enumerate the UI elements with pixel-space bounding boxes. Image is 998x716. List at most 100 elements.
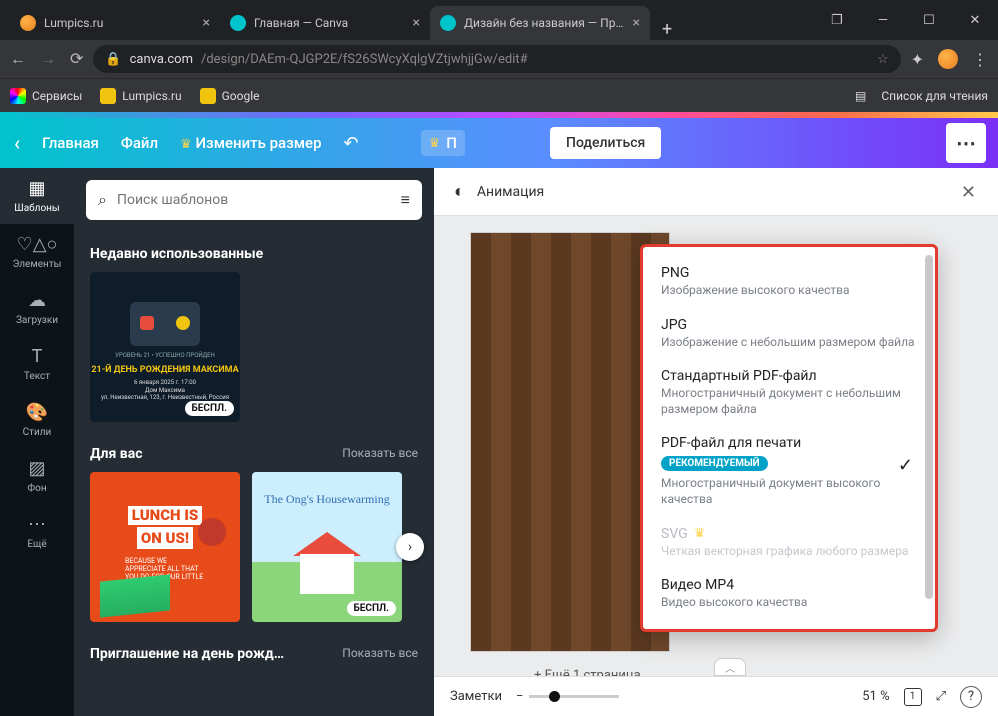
roof-icon	[293, 532, 361, 556]
zoom-out-icon[interactable]: −	[516, 689, 523, 704]
back-home-icon[interactable]: ‹	[14, 131, 20, 155]
rail-text[interactable]: TТекст	[0, 336, 74, 392]
expand-handle[interactable]: ︿	[714, 658, 746, 676]
canvas-toolbar: ◐ Анимация ✕	[434, 168, 998, 216]
back-icon[interactable]: ←	[10, 49, 26, 69]
carousel-next-button[interactable]: ›	[396, 533, 424, 561]
address-bar: ← → ⟳ 🔒 canva.com/design/DAEm-QJGP2E/fS2…	[0, 40, 998, 78]
format-option-pdf-standard[interactable]: Стандартный PDF-файл Многостраничный док…	[643, 360, 935, 427]
lock-icon: 🔒	[105, 52, 121, 67]
tab-favicon	[440, 15, 456, 31]
format-option-jpg[interactable]: JPG Изображение с небольшим размером фай…	[643, 309, 935, 361]
profile-avatar[interactable]	[938, 49, 958, 69]
gamepad-icon	[130, 302, 200, 346]
undo-icon[interactable]: ↶	[344, 133, 359, 154]
rail-uploads[interactable]: ☁Загрузки	[0, 280, 74, 336]
browser-tab-2[interactable]: Дизайн без названия — Пригл ×	[430, 6, 650, 40]
nav-resize[interactable]: ♛ Изменить размер	[180, 134, 321, 152]
app-top-nav: ‹ Главная Файл ♛ Изменить размер ↶ ♛П По…	[0, 118, 998, 168]
format-option-mp4[interactable]: Видео MP4 Видео высокого качества	[643, 569, 935, 621]
crown-icon: ♛	[180, 137, 192, 152]
rail-elements[interactable]: ♡△○Элементы	[0, 224, 74, 280]
reload-icon[interactable]: ⟳	[70, 49, 83, 69]
close-icon[interactable]: ×	[633, 15, 640, 31]
section-recent-title: Недавно использованные	[90, 246, 263, 262]
folder-icon	[100, 88, 116, 104]
url-host: canva.com	[130, 52, 193, 67]
templates-icon: ▦	[28, 178, 45, 199]
tab-title: Дизайн без названия — Пригл	[464, 16, 625, 30]
tab-title: Lumpics.ru	[44, 16, 195, 30]
animation-button[interactable]: Анимация	[477, 184, 544, 200]
url-path: /design/DAEm-QJGP2E/fS26SWcyXqlgVZtjwhjj…	[201, 52, 528, 67]
list-icon: ▤	[855, 89, 866, 103]
page-indicator[interactable]: 1	[904, 688, 922, 706]
close-panel-icon[interactable]: ✕	[961, 182, 976, 203]
filter-icon[interactable]: ≡	[401, 190, 410, 210]
template-thumb-recent-0[interactable]: УРОВЕНЬ 21 • УСПЕШНО ПРОЙДЕН 21-Й ДЕНЬ Р…	[90, 272, 240, 422]
canva-app: ‹ Главная Файл ♛ Изменить размер ↶ ♛П По…	[0, 112, 998, 716]
search-input[interactable]	[117, 192, 391, 208]
extensions-icon[interactable]: ✦	[911, 50, 924, 69]
books-icon	[100, 574, 170, 617]
template-thumb-foryou-1[interactable]: The Ong's Housewarming БЕСПЛ.	[252, 472, 402, 622]
crown-icon: ♛	[429, 136, 441, 151]
url-field[interactable]: 🔒 canva.com/design/DAEm-QJGP2E/fS26SWcyX…	[93, 45, 900, 73]
nav-file[interactable]: Файл	[121, 134, 158, 152]
fullscreen-icon[interactable]: ⤢	[936, 689, 946, 704]
forward-icon[interactable]: →	[40, 49, 56, 69]
format-option-pdf-print[interactable]: PDF-файл для печати РЕКОМЕНДУЕМЫЙ Многос…	[643, 427, 935, 517]
maximize-icon[interactable]: ☐	[906, 0, 952, 40]
share-button[interactable]: Поделиться	[550, 127, 661, 159]
background-icon: ▨	[28, 458, 45, 479]
more-button[interactable]: ⋯	[946, 123, 986, 163]
zoom-value[interactable]: 51 %	[862, 689, 889, 704]
template-thumb-foryou-0[interactable]: LUNCH IS ON US! BECAUSE WE APPRECIATE AL…	[90, 472, 240, 622]
close-icon[interactable]: ×	[203, 15, 210, 31]
bottom-bar: Заметки − 51 % 1 ⤢ ?	[434, 676, 998, 716]
show-all-button[interactable]: Показать все	[342, 446, 418, 462]
format-option-png[interactable]: PNG Изображение высокого качества	[643, 257, 935, 309]
check-icon: ✓	[898, 455, 913, 476]
rail-styles[interactable]: 🎨Стили	[0, 392, 74, 448]
nav-home[interactable]: Главная	[42, 134, 99, 152]
rail-bg[interactable]: ▨Фон	[0, 448, 74, 504]
templates-panel: ⌕ ≡ Недавно использованные УРОВЕНЬ 21 • …	[74, 168, 434, 716]
elements-icon: ♡△○	[17, 234, 58, 255]
search-icon: ⌕	[98, 190, 107, 210]
close-icon[interactable]: ×	[413, 15, 420, 31]
folder-icon	[200, 88, 216, 104]
dropdown-scrollbar[interactable]	[925, 255, 933, 621]
help-icon[interactable]: ?	[960, 686, 982, 708]
zoom-slider[interactable]: −	[516, 689, 619, 704]
house-icon	[300, 554, 354, 594]
tab-title: Главная — Canva	[254, 16, 405, 30]
rail-templates[interactable]: ▦Шаблоны	[0, 168, 74, 224]
template-search[interactable]: ⌕ ≡	[86, 180, 422, 220]
bookmark-lumpics[interactable]: Lumpics.ru	[100, 88, 181, 104]
premium-pill[interactable]: ♛П	[421, 130, 465, 156]
section-foryou-title: Для вас	[90, 446, 143, 462]
apple-icon	[198, 518, 226, 546]
show-all-button[interactable]: Показать все	[342, 646, 418, 662]
browser-tab-1[interactable]: Главная — Canva ×	[220, 6, 430, 40]
bookmark-services[interactable]: Сервисы	[10, 88, 82, 104]
minimize-icon[interactable]: ―	[860, 0, 906, 40]
new-tab-button[interactable]: +	[650, 19, 684, 40]
menu-icon[interactable]: ⋮	[972, 50, 988, 69]
palette-icon: 🎨	[26, 402, 48, 423]
notes-button[interactable]: Заметки	[450, 689, 502, 704]
recommended-badge: РЕКОМЕНДУЕМЫЙ	[661, 456, 768, 471]
browser-titlebar: Lumpics.ru × Главная — Canva × Дизайн бе…	[0, 0, 998, 40]
reading-list-button[interactable]: ▤ Список для чтения	[855, 89, 988, 103]
rail-more[interactable]: ⋯Ещё	[0, 504, 74, 560]
bookmark-google[interactable]: Google	[200, 88, 260, 104]
restore-down-icon[interactable]: ❐	[814, 0, 860, 40]
export-format-dropdown: PNG Изображение высокого качества JPG Из…	[640, 244, 938, 632]
browser-tab-0[interactable]: Lumpics.ru ×	[10, 6, 220, 40]
tab-favicon	[20, 15, 36, 31]
close-window-icon[interactable]: ✕	[952, 0, 998, 40]
section-invite-title: Приглашение на день рожд…	[90, 646, 284, 662]
star-icon[interactable]: ☆	[877, 52, 889, 67]
format-option-svg[interactable]: SVG♛ Четкая векторная графика любого раз…	[643, 518, 935, 570]
